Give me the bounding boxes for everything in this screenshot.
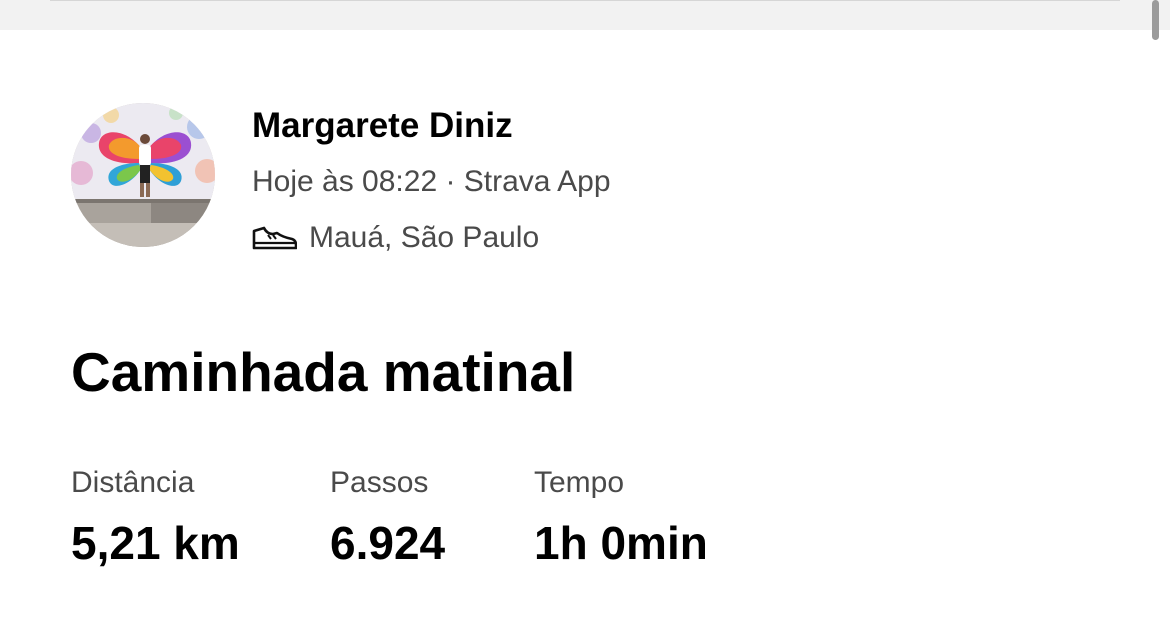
stat-value: 1h 0min — [534, 517, 708, 569]
stat-distance: Distância 5,21 km — [71, 462, 240, 572]
top-bar — [0, 0, 1170, 30]
stat-steps: Passos 6.924 — [330, 462, 445, 572]
avatar[interactable] — [71, 103, 215, 247]
stat-value: 6.924 — [330, 517, 446, 569]
stat-label: Passos — [330, 466, 429, 499]
stat-value: 5,21 km — [71, 517, 240, 569]
activity-page: Margarete Diniz Hoje às 08:22 · Strava A… — [0, 0, 1170, 636]
top-bar-divider — [50, 0, 1120, 1]
scrollbar[interactable] — [1152, 0, 1159, 40]
stat-label: Distância — [71, 466, 195, 499]
stat-time: Tempo 1h 0min — [534, 462, 708, 572]
activity-title[interactable]: Caminhada matinal — [71, 338, 575, 406]
stat-label: Tempo — [534, 466, 625, 499]
location-label: Mauá, São Paulo — [309, 221, 540, 254]
shoe-icon — [251, 224, 298, 252]
location-row: Mauá, São Paulo — [251, 218, 539, 258]
athlete-name[interactable]: Margarete Diniz — [252, 104, 513, 148]
activity-meta: Hoje às 08:22 · Strava App — [252, 165, 611, 198]
avatar-photo — [71, 103, 215, 247]
